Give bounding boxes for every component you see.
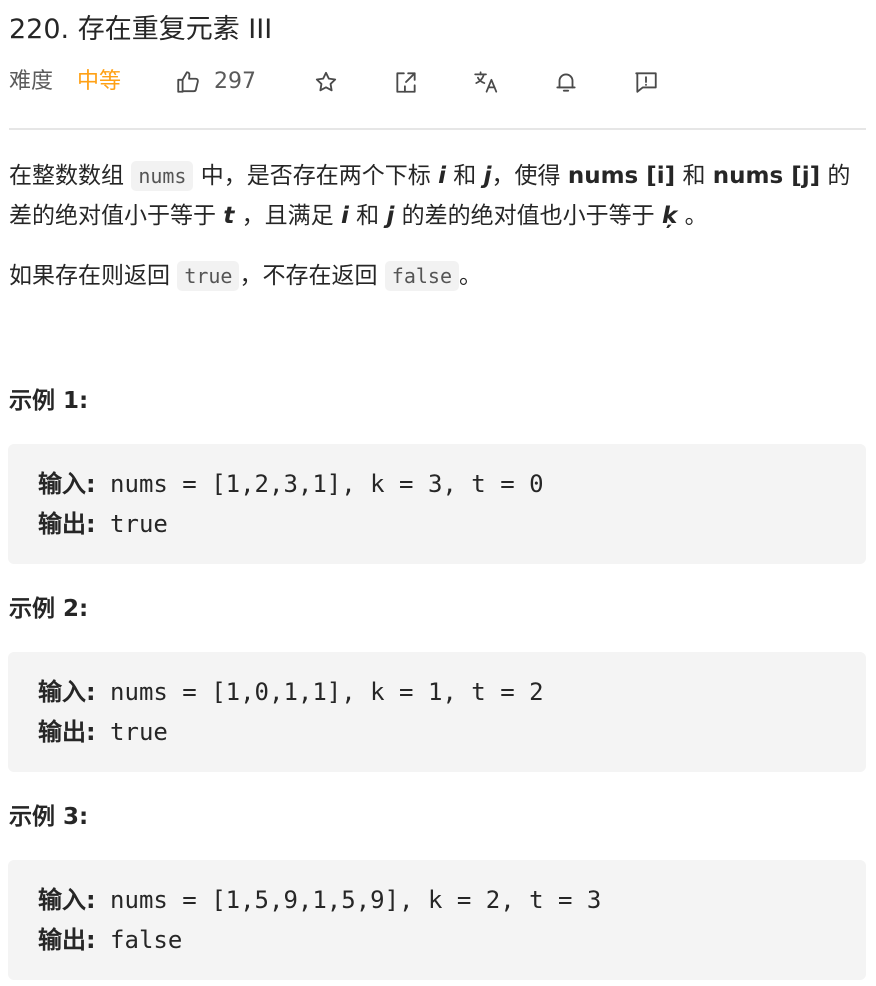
- difficulty-badge: 中等: [77, 69, 122, 94]
- share-icon: [396, 72, 416, 93]
- description-paragraph: 在整数数组 nums 中，是否存在两个下标 i 和 j，使得 nums [i] …: [9, 161, 851, 229]
- notification-button[interactable]: [550, 66, 582, 98]
- example-code-block: 输入: nums = [1,2,3,1], k = 3, t = 0 输出: t…: [8, 444, 866, 564]
- feedback-icon: [635, 72, 657, 93]
- example-heading: 示例 3:: [9, 804, 89, 830]
- like-count: 297: [214, 69, 256, 94]
- example-input-line: 输入: nums = [1,2,3,1], k = 3, t = 0: [38, 470, 544, 498]
- star-icon: [315, 71, 337, 92]
- example-output-line: 输出: true: [38, 718, 168, 746]
- example-input-line: 输入: nums = [1,0,1,1], k = 1, t = 2: [38, 678, 544, 706]
- problem-title: 220. 存在重复元素 III: [9, 14, 273, 45]
- example-code-block: 输入: nums = [1,5,9,1,5,9], k = 2, t = 3 输…: [8, 860, 866, 980]
- description-paragraph: 如果存在则返回 true ，不存在返回 false。: [9, 261, 483, 291]
- inline-code: false: [384, 261, 460, 291]
- thumbs-up-icon: [177, 71, 199, 93]
- bell-icon: [556, 73, 576, 92]
- example-input-line: 输入: nums = [1,5,9,1,5,9], k = 2, t = 3: [38, 886, 602, 914]
- feedback-button[interactable]: [630, 66, 662, 98]
- share-button[interactable]: [390, 66, 422, 98]
- translate-button[interactable]: [470, 66, 502, 98]
- example-output-line: 输出: true: [38, 510, 168, 538]
- header-divider: [9, 128, 866, 130]
- difficulty-label: 难度: [9, 69, 54, 94]
- example-output-line: 输出: false: [38, 926, 183, 954]
- example-heading: 示例 1:: [9, 388, 89, 414]
- translate-icon: [474, 71, 498, 93]
- example-heading: 示例 2:: [9, 596, 89, 622]
- problem-description: 在整数数组 nums 中，是否存在两个下标 i 和 j，使得 nums [i] …: [9, 156, 867, 296]
- example-code-block: 输入: nums = [1,0,1,1], k = 1, t = 2 输出: t…: [8, 652, 866, 772]
- inline-code: true: [177, 261, 240, 291]
- favorite-button[interactable]: [310, 66, 342, 98]
- problem-meta-bar: 难度 中等 297: [9, 62, 869, 102]
- like-button[interactable]: [172, 66, 204, 98]
- inline-code: nums: [131, 161, 194, 191]
